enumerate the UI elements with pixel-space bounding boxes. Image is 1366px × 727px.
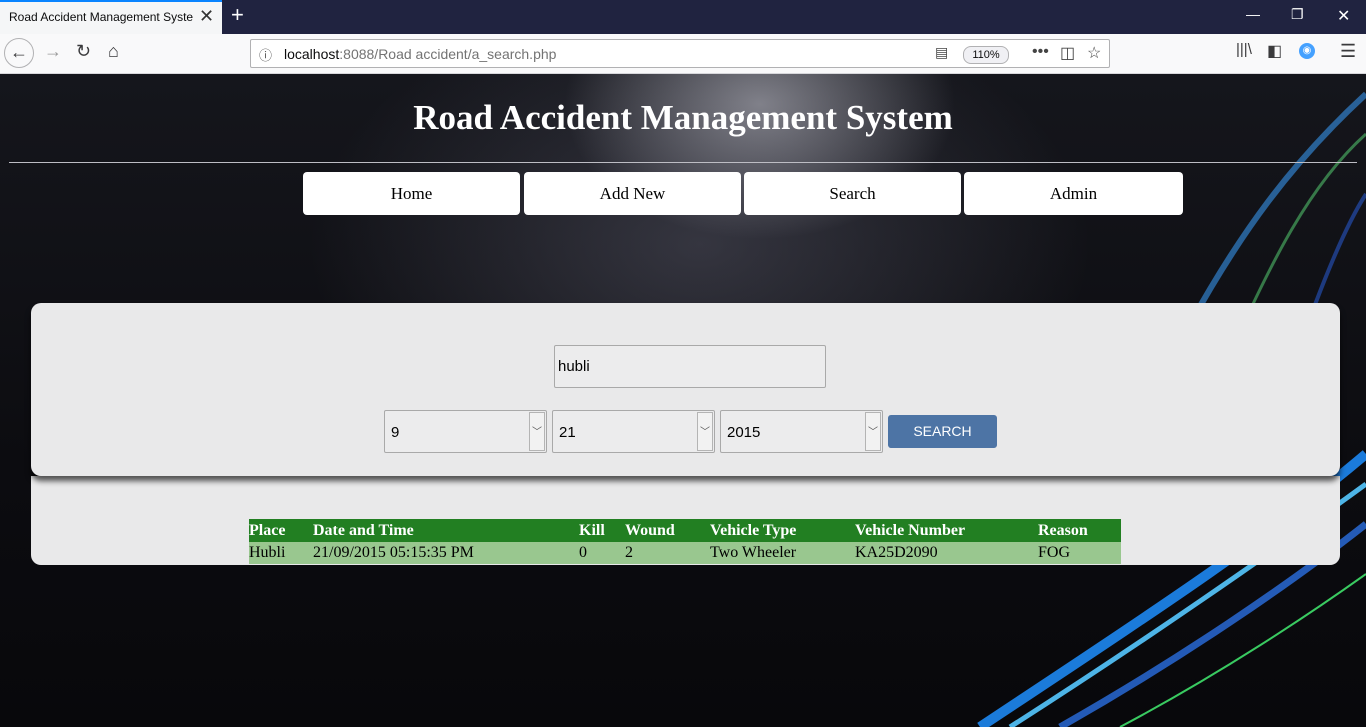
- info-icon[interactable]: ⓘ: [259, 45, 272, 64]
- window-close-icon[interactable]: ✕: [1337, 6, 1350, 26]
- cell-vehicle-type: Two Wheeler: [710, 542, 855, 564]
- page-title: Road Accident Management System: [413, 98, 953, 137]
- browser-tab-bar: Road Accident Management System ✕ + — ❐ …: [0, 0, 1366, 34]
- home-icon[interactable]: ⌂: [108, 41, 119, 62]
- day-select-value: 21: [559, 424, 576, 441]
- column-header-kill: Kill: [579, 519, 625, 542]
- nav-home-button[interactable]: Home: [303, 172, 520, 215]
- cell-vehicle-number: KA25D2090: [855, 542, 1038, 564]
- column-header-vehicle-type: Vehicle Type: [710, 519, 855, 542]
- year-select[interactable]: 2015 ﹀: [720, 410, 883, 453]
- column-header-place: Place: [249, 519, 313, 542]
- table-header-row: Place Date and Time Kill Wound Vehicle T…: [249, 519, 1121, 542]
- nav-add-new-button[interactable]: Add New: [524, 172, 741, 215]
- reader-view-icon[interactable]: ▤: [935, 44, 948, 61]
- menu-icon[interactable]: ☰: [1340, 41, 1356, 62]
- url-text[interactable]: localhost:8088/Road accident/a_search.ph…: [284, 46, 556, 62]
- day-select[interactable]: 21 ﹀: [552, 410, 715, 453]
- zoom-badge[interactable]: 110%: [963, 46, 1009, 64]
- page-content: Road Accident Management System Home Add…: [0, 74, 1366, 727]
- cell-wound: 2: [625, 542, 710, 564]
- search-button[interactable]: SEARCH: [888, 415, 997, 448]
- account-icon[interactable]: ◉: [1299, 43, 1315, 59]
- forward-icon[interactable]: →: [44, 41, 62, 62]
- month-select[interactable]: 9 ﹀: [384, 410, 547, 453]
- title-divider: [9, 162, 1357, 163]
- nav-search-button[interactable]: Search: [744, 172, 961, 215]
- cell-reason: FOG: [1038, 542, 1121, 564]
- place-search-input[interactable]: [554, 345, 826, 388]
- back-icon[interactable]: ←: [4, 38, 34, 68]
- chevron-down-icon[interactable]: ﹀: [865, 412, 881, 451]
- chevron-down-icon[interactable]: ﹀: [697, 412, 713, 451]
- tab-title: Road Accident Management System: [9, 10, 193, 24]
- bookmark-star-icon[interactable]: ☆: [1087, 43, 1101, 63]
- library-icon[interactable]: |||\: [1236, 41, 1252, 58]
- url-host: localhost: [284, 46, 340, 62]
- sidebar-icon[interactable]: ◧: [1267, 41, 1282, 61]
- results-table: Place Date and Time Kill Wound Vehicle T…: [249, 519, 1121, 564]
- year-select-value: 2015: [727, 424, 761, 441]
- url-bar[interactable]: ⓘ localhost:8088/Road accident/a_search.…: [250, 39, 1110, 68]
- column-header-wound: Wound: [625, 519, 710, 542]
- close-tab-icon[interactable]: ✕: [199, 6, 214, 27]
- table-row: Hubli 21/09/2015 05:15:35 PM 0 2 Two Whe…: [249, 542, 1121, 564]
- cell-kill: 0: [579, 542, 625, 564]
- column-header-date-time: Date and Time: [313, 519, 579, 542]
- reload-icon[interactable]: ↻: [76, 41, 91, 62]
- column-header-vehicle-number: Vehicle Number: [855, 519, 1038, 542]
- chevron-down-icon[interactable]: ﹀: [529, 412, 545, 451]
- nav-admin-button[interactable]: Admin: [964, 172, 1183, 215]
- column-header-reason: Reason: [1038, 519, 1121, 542]
- cell-place: Hubli: [249, 542, 313, 564]
- new-tab-icon[interactable]: +: [231, 2, 244, 28]
- url-path: :8088/Road accident/a_search.php: [339, 46, 557, 62]
- browser-tab[interactable]: Road Accident Management System ✕: [0, 0, 222, 34]
- month-select-value: 9: [391, 424, 400, 441]
- restore-icon[interactable]: ❐: [1291, 6, 1304, 23]
- browser-toolbar: ← → ↻ ⌂ ⓘ localhost:8088/Road accident/a…: [0, 34, 1366, 74]
- cell-date-time: 21/09/2015 05:15:35 PM: [313, 542, 579, 564]
- more-actions-icon[interactable]: •••: [1032, 43, 1049, 61]
- pocket-icon[interactable]: ◫: [1060, 43, 1075, 63]
- minimize-icon[interactable]: —: [1246, 6, 1260, 22]
